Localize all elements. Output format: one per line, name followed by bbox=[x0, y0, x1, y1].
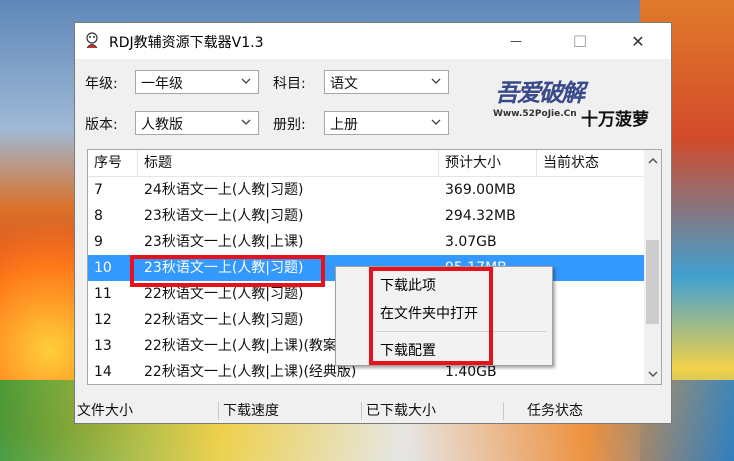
status-download-speed: 下载速度 bbox=[223, 403, 279, 419]
row-index: 13 bbox=[94, 338, 112, 354]
row-index: 8 bbox=[94, 208, 103, 224]
list-header: 序号 标题 预计大小 当前状态 bbox=[88, 150, 644, 177]
app-icon bbox=[86, 32, 98, 49]
row-title: 22秋语文一上(人教|上课)(教案 bbox=[144, 338, 336, 354]
logo-tag-text: 十万菠萝 bbox=[581, 110, 649, 130]
row-size: 294.32MB bbox=[445, 208, 516, 224]
volume-label: 册别: bbox=[273, 117, 306, 133]
close-button[interactable]: ✕ bbox=[615, 23, 661, 59]
scroll-up-button[interactable] bbox=[644, 152, 661, 169]
row-index: 7 bbox=[94, 182, 103, 198]
row-title: 23秋语文一上(人教|上课) bbox=[144, 234, 304, 250]
chevron-down-icon bbox=[647, 370, 658, 377]
maximize-button[interactable]: ☐ bbox=[557, 23, 603, 59]
volume-value: 上册 bbox=[330, 117, 358, 133]
status-bar: 文件大小 下载速度 已下载大小 任务状态 bbox=[75, 399, 671, 423]
row-title: 24秋语文一上(人教|习题) bbox=[144, 182, 304, 198]
row-size: 3.07GB bbox=[445, 234, 497, 250]
column-header-index[interactable]: 序号 bbox=[88, 150, 138, 176]
scrollbar-thumb[interactable] bbox=[646, 240, 659, 324]
scroll-down-button[interactable] bbox=[644, 365, 661, 382]
subject-label: 科目: bbox=[273, 76, 306, 92]
vertical-scrollbar[interactable] bbox=[644, 150, 661, 384]
table-row[interactable]: 7 24秋语文一上(人教|习题) 369.00MB bbox=[88, 177, 644, 203]
minimize-button[interactable]: — bbox=[493, 23, 539, 59]
highlight-box-menu-items bbox=[369, 267, 493, 365]
column-header-status[interactable]: 当前状态 bbox=[537, 150, 644, 176]
status-divider bbox=[503, 402, 504, 420]
volume-select[interactable]: 上册 bbox=[324, 111, 449, 135]
row-index: 14 bbox=[94, 364, 112, 380]
row-index: 12 bbox=[94, 312, 112, 328]
subject-value: 语文 bbox=[330, 76, 358, 92]
title-bar: RDJ教辅资源下载器V1.3 — ☐ ✕ bbox=[75, 23, 671, 59]
grade-select[interactable]: 一年级 bbox=[135, 70, 259, 94]
status-downloaded-size: 已下载大小 bbox=[366, 403, 436, 419]
close-icon: ✕ bbox=[631, 31, 645, 51]
logo-url-text: Www.52PoJie.Cn bbox=[493, 109, 577, 119]
status-task-status: 任务状态 bbox=[527, 403, 583, 419]
status-file-size: 文件大小 bbox=[77, 403, 133, 419]
chevron-down-icon bbox=[431, 78, 441, 84]
row-size: 369.00MB bbox=[445, 182, 516, 198]
chevron-down-icon bbox=[241, 119, 251, 125]
row-index: 9 bbox=[94, 234, 103, 250]
chevron-down-icon bbox=[431, 119, 441, 125]
subject-select[interactable]: 语文 bbox=[324, 70, 449, 94]
row-title: 23秋语文一上(人教|习题) bbox=[144, 208, 304, 224]
table-row[interactable]: 9 23秋语文一上(人教|上课) 3.07GB bbox=[88, 229, 644, 255]
window-title: RDJ教辅资源下载器V1.3 bbox=[109, 35, 264, 51]
column-header-size[interactable]: 预计大小 bbox=[439, 150, 537, 176]
grade-value: 一年级 bbox=[141, 76, 183, 92]
maximize-icon: ☐ bbox=[572, 31, 588, 51]
brand-logo: 吾爱破解 Www.52PoJie.Cn 十万菠萝 bbox=[493, 71, 659, 135]
grade-label: 年级: bbox=[85, 76, 118, 92]
column-header-title[interactable]: 标题 bbox=[138, 150, 439, 176]
logo-main-text: 吾爱破解 bbox=[495, 78, 585, 107]
minimize-icon: — bbox=[510, 34, 522, 48]
edition-value: 人教版 bbox=[141, 117, 183, 133]
table-row[interactable]: 8 23秋语文一上(人教|习题) 294.32MB bbox=[88, 203, 644, 229]
highlight-box-selected-title bbox=[130, 255, 325, 287]
edition-label: 版本: bbox=[85, 117, 118, 133]
chevron-down-icon bbox=[241, 78, 251, 84]
status-divider bbox=[361, 402, 362, 420]
chevron-up-icon bbox=[647, 157, 658, 164]
edition-select[interactable]: 人教版 bbox=[135, 111, 259, 135]
status-divider bbox=[218, 402, 219, 420]
